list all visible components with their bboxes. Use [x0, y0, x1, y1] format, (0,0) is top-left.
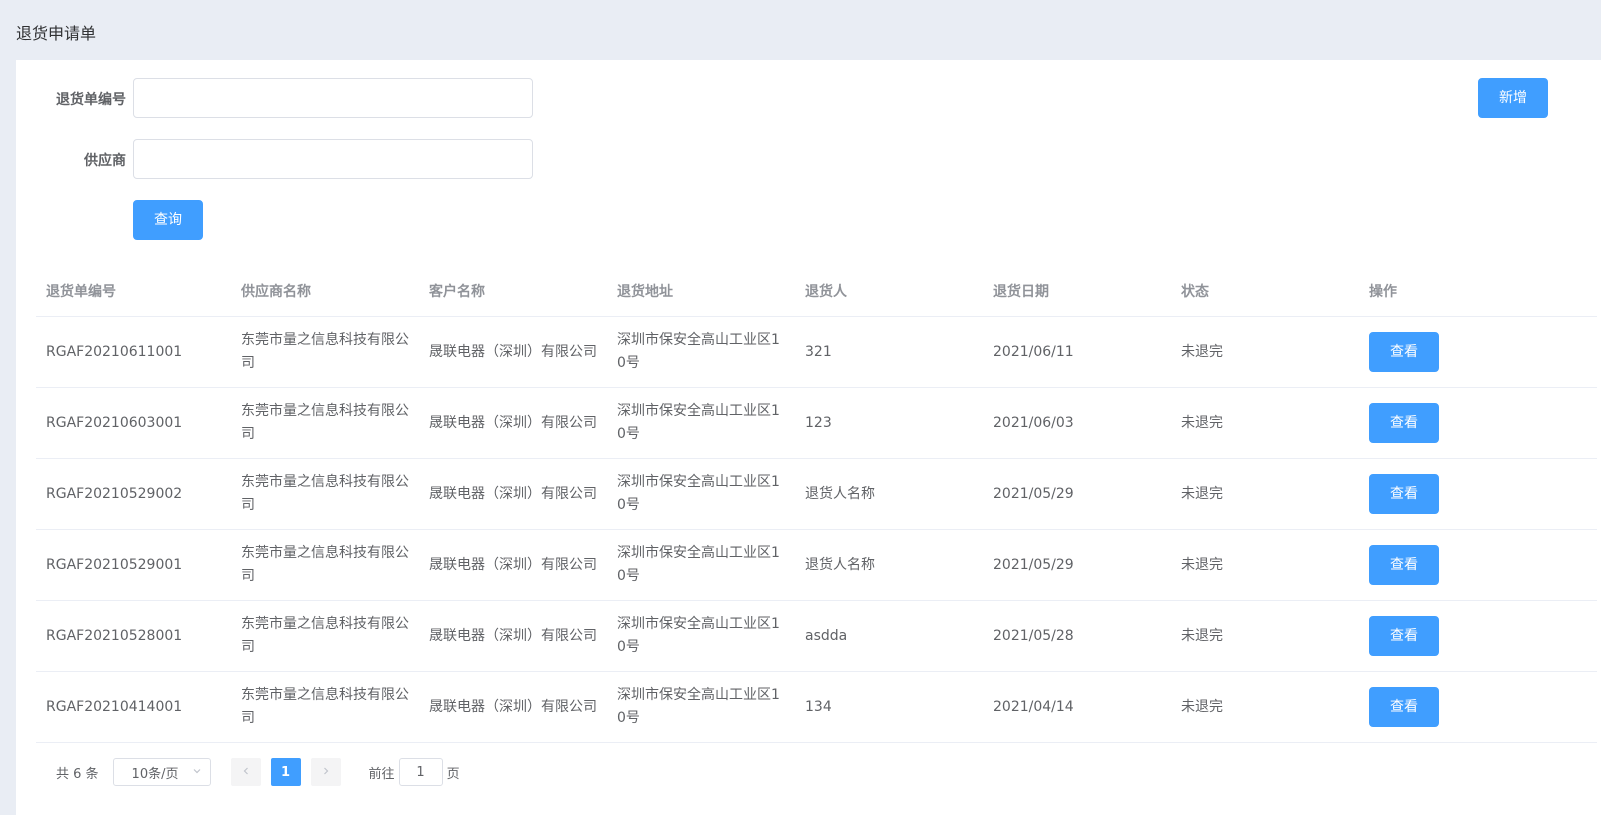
table-row: RGAF20210603001 东莞市量之信息科技有限公司 晟联电器（深圳）有限… [36, 387, 1597, 459]
cell-order-no: RGAF20210529001 [36, 529, 231, 601]
cell-supplier: 东莞市量之信息科技有限公司 [231, 671, 419, 743]
cell-address: 深圳市保安全高山工业区10号 [607, 600, 795, 672]
cell-person: 退货人名称 [795, 529, 983, 601]
table-row: RGAF20210528001 东莞市量之信息科技有限公司 晟联电器（深圳）有限… [36, 600, 1597, 672]
cell-date: 2021/06/03 [983, 387, 1171, 459]
cell-status: 未退完 [1171, 600, 1359, 672]
col-header-supplier: 供应商名称 [231, 266, 419, 317]
cell-status: 未退完 [1171, 458, 1359, 530]
table-row: RGAF20210611001 东莞市量之信息科技有限公司 晟联电器（深圳）有限… [36, 316, 1597, 388]
cell-order-no: RGAF20210414001 [36, 671, 231, 743]
cell-date: 2021/05/28 [983, 600, 1171, 672]
cell-order-no: RGAF20210603001 [36, 387, 231, 459]
page-title: 退货申请单 [16, 24, 97, 43]
order-no-label: 退货单编号 [56, 92, 126, 108]
view-button[interactable]: 查看 [1369, 687, 1439, 727]
chevron-left-icon [241, 765, 251, 780]
cell-status: 未退完 [1171, 671, 1359, 743]
cell-customer: 晟联电器（深圳）有限公司 [419, 316, 607, 388]
cell-action: 查看 [1359, 671, 1597, 743]
cell-date: 2021/05/29 [983, 529, 1171, 601]
prev-page-button[interactable] [230, 758, 261, 786]
cell-date: 2021/04/14 [983, 671, 1171, 743]
view-button[interactable]: 查看 [1369, 332, 1439, 372]
cell-address: 深圳市保安全高山工业区10号 [607, 529, 795, 601]
table-row: RGAF20210529002 东莞市量之信息科技有限公司 晟联电器（深圳）有限… [36, 458, 1597, 530]
cell-supplier: 东莞市量之信息科技有限公司 [231, 458, 419, 530]
table-row: RGAF20210414001 东莞市量之信息科技有限公司 晟联电器（深圳）有限… [36, 671, 1597, 743]
cell-person: 123 [795, 387, 983, 459]
pagination: 共 6 条 10条/页 1 前往 页 [56, 758, 460, 786]
cell-customer: 晟联电器（深圳）有限公司 [419, 600, 607, 672]
col-header-address: 退货地址 [607, 266, 795, 317]
cell-action: 查看 [1359, 529, 1597, 601]
chevron-down-icon [192, 765, 202, 780]
cell-address: 深圳市保安全高山工业区10号 [607, 387, 795, 459]
supplier-label: 供应商 [84, 153, 126, 169]
col-header-date: 退货日期 [983, 266, 1171, 317]
chevron-right-icon [321, 765, 331, 780]
cell-customer: 晟联电器（深圳）有限公司 [419, 387, 607, 459]
cell-order-no: RGAF20210528001 [36, 600, 231, 672]
supplier-input[interactable] [133, 139, 533, 179]
cell-order-no: RGAF20210611001 [36, 316, 231, 388]
cell-status: 未退完 [1171, 316, 1359, 388]
cell-action: 查看 [1359, 316, 1597, 388]
view-button[interactable]: 查看 [1369, 616, 1439, 656]
cell-person: asdda [795, 600, 983, 672]
cell-date: 2021/06/11 [983, 316, 1171, 388]
col-header-person: 退货人 [795, 266, 983, 317]
cell-supplier: 东莞市量之信息科技有限公司 [231, 529, 419, 601]
cell-customer: 晟联电器（深圳）有限公司 [419, 671, 607, 743]
cell-person: 134 [795, 671, 983, 743]
cell-action: 查看 [1359, 600, 1597, 672]
page-number-current[interactable]: 1 [270, 758, 301, 786]
cell-address: 深圳市保安全高山工业区10号 [607, 316, 795, 388]
pagination-total: 共 6 条 [56, 766, 99, 782]
return-order-table: 退货单编号 供应商名称 客户名称 退货地址 退货人 退货日期 状态 操作 RGA… [36, 266, 1597, 743]
cell-order-no: RGAF20210529002 [36, 458, 231, 530]
col-header-status: 状态 [1171, 266, 1359, 317]
cell-person: 退货人名称 [795, 458, 983, 530]
cell-person: 321 [795, 316, 983, 388]
order-no-input[interactable] [133, 78, 533, 118]
goto-label: 前往 [368, 766, 395, 782]
col-header-customer: 客户名称 [419, 266, 607, 317]
page-size-select[interactable]: 10条/页 [112, 758, 211, 786]
cell-action: 查看 [1359, 387, 1597, 459]
cell-date: 2021/05/29 [983, 458, 1171, 530]
main-card: 退货单编号 供应商 查询 新增 退货单编号 供应商名称 客户名称 退货地址 退货… [16, 60, 1601, 815]
view-button[interactable]: 查看 [1369, 474, 1439, 514]
query-button[interactable]: 查询 [133, 200, 203, 240]
next-page-button[interactable] [310, 758, 341, 786]
cell-supplier: 东莞市量之信息科技有限公司 [231, 600, 419, 672]
view-button[interactable]: 查看 [1369, 545, 1439, 585]
cell-action: 查看 [1359, 458, 1597, 530]
cell-address: 深圳市保安全高山工业区10号 [607, 458, 795, 530]
view-button[interactable]: 查看 [1369, 403, 1439, 443]
add-button[interactable]: 新增 [1478, 78, 1548, 118]
col-header-order-no: 退货单编号 [36, 266, 231, 317]
cell-customer: 晟联电器（深圳）有限公司 [419, 458, 607, 530]
col-header-action: 操作 [1359, 266, 1597, 317]
cell-supplier: 东莞市量之信息科技有限公司 [231, 387, 419, 459]
cell-customer: 晟联电器（深圳）有限公司 [419, 529, 607, 601]
cell-supplier: 东莞市量之信息科技有限公司 [231, 316, 419, 388]
goto-suffix: 页 [446, 766, 460, 782]
table-row: RGAF20210529001 东莞市量之信息科技有限公司 晟联电器（深圳）有限… [36, 529, 1597, 601]
cell-status: 未退完 [1171, 387, 1359, 459]
cell-address: 深圳市保安全高山工业区10号 [607, 671, 795, 743]
table-header-row: 退货单编号 供应商名称 客户名称 退货地址 退货人 退货日期 状态 操作 [36, 266, 1597, 317]
goto-page-input[interactable] [398, 758, 443, 786]
cell-status: 未退完 [1171, 529, 1359, 601]
page-size-value: 10条/页 [131, 766, 179, 782]
